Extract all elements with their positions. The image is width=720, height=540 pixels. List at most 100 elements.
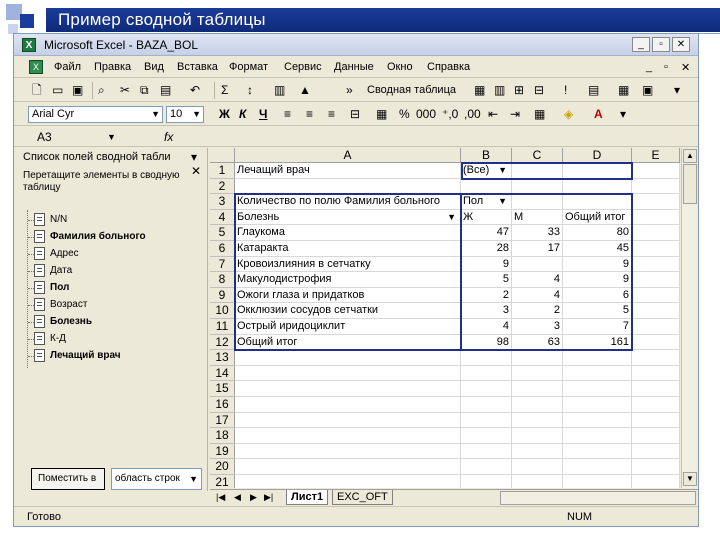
new-icon[interactable]: 🗋 bbox=[32, 83, 42, 97]
pivot-options-icon[interactable]: ▣ bbox=[642, 83, 653, 97]
column-field-button[interactable]: Пол ▼ bbox=[461, 194, 512, 210]
grid-cell[interactable] bbox=[563, 428, 632, 444]
grid-cell[interactable] bbox=[632, 459, 680, 475]
row-header[interactable]: 1 bbox=[210, 163, 235, 179]
copy-icon[interactable]: ⧉ bbox=[140, 83, 149, 97]
toolbar-options-icon[interactable]: » bbox=[346, 83, 353, 97]
field-item-date[interactable]: Дата bbox=[28, 263, 72, 280]
pivot-row-label[interactable]: Ожоги глаза и придатков bbox=[235, 287, 461, 304]
sheet-tab-exc-oft[interactable]: EXC_OFT bbox=[332, 490, 393, 505]
row-header[interactable]: 16 bbox=[210, 397, 235, 413]
pivot-show-detail-icon[interactable]: ⊞ bbox=[514, 83, 524, 97]
menu-window[interactable]: Окно bbox=[387, 61, 413, 73]
pivot-chart-icon[interactable]: ▥ bbox=[494, 83, 505, 97]
menu-view[interactable]: Вид bbox=[144, 61, 164, 73]
grid-cell[interactable] bbox=[563, 350, 632, 366]
column-item-male[interactable]: М bbox=[512, 209, 563, 226]
row-header[interactable]: 5 bbox=[210, 225, 235, 241]
increase-decimal-icon[interactable]: ⁺,0 bbox=[442, 107, 458, 121]
prev-sheet-arrow[interactable]: ◀ bbox=[234, 492, 241, 503]
chevron-down-icon[interactable]: ▼ bbox=[498, 194, 507, 209]
first-sheet-arrow[interactable]: |◀ bbox=[216, 492, 225, 503]
maximize-button[interactable]: ▫ bbox=[652, 37, 670, 52]
grid-cell[interactable] bbox=[563, 194, 632, 210]
pivot-value-female[interactable]: 5 bbox=[461, 272, 512, 288]
pivot-value-total[interactable]: 7 bbox=[563, 319, 632, 335]
merge-center-icon[interactable]: ⊟ bbox=[350, 107, 360, 121]
field-item-sex[interactable]: Пол bbox=[28, 280, 69, 297]
vertical-scrollbar[interactable]: ▲ ▼ bbox=[681, 148, 697, 488]
grid-cell[interactable] bbox=[563, 459, 632, 475]
grid-cell[interactable] bbox=[461, 381, 512, 397]
row-header[interactable]: 2 bbox=[210, 178, 235, 195]
row-header[interactable]: 11 bbox=[210, 319, 235, 335]
font-name-select[interactable]: Arial Cyr ▼ bbox=[28, 106, 163, 123]
field-settings-icon[interactable]: ▤ bbox=[588, 83, 599, 97]
sort-icon[interactable]: ↕ bbox=[247, 83, 253, 97]
font-color-icon[interactable]: A bbox=[594, 107, 603, 121]
field-item-kd[interactable]: К-Д bbox=[28, 331, 66, 348]
grid-cell[interactable] bbox=[461, 428, 512, 444]
align-right-icon[interactable]: ≡ bbox=[328, 107, 335, 121]
column-header-d[interactable]: D bbox=[563, 148, 632, 163]
grid-cell[interactable] bbox=[461, 178, 512, 195]
grid-cell[interactable] bbox=[461, 443, 512, 460]
data-field-header[interactable]: Количество по полю Фамилия больного bbox=[235, 194, 461, 210]
column-header-b[interactable]: B bbox=[461, 148, 512, 163]
grid-cell[interactable] bbox=[235, 412, 461, 429]
grid-cell[interactable] bbox=[632, 334, 680, 351]
row-field-button[interactable]: Болезнь ▼ bbox=[235, 209, 461, 226]
horizontal-scrollbar[interactable] bbox=[500, 491, 696, 505]
grid-cell[interactable] bbox=[512, 475, 563, 488]
menu-tools[interactable]: Сервис bbox=[284, 61, 322, 73]
autosum-icon[interactable]: Σ bbox=[221, 83, 228, 97]
page-field-label[interactable]: Лечащий врач bbox=[235, 163, 461, 179]
pivot-row-label[interactable]: Макулодистрофия bbox=[235, 272, 461, 288]
doc-restore-button[interactable]: ▫ bbox=[664, 61, 668, 73]
grid-cell[interactable] bbox=[512, 178, 563, 195]
row-header[interactable]: 12 bbox=[210, 334, 235, 351]
minimize-button[interactable]: _ bbox=[632, 37, 650, 52]
pivot-value-total[interactable]: 5 bbox=[563, 303, 632, 319]
grid-cell[interactable] bbox=[512, 412, 563, 429]
row-header[interactable]: 3 bbox=[210, 194, 235, 210]
field-item-nn[interactable]: N/N bbox=[28, 212, 67, 229]
grid-cell[interactable] bbox=[512, 459, 563, 475]
drawing-icon[interactable]: ▲ bbox=[299, 83, 311, 97]
column-header-c[interactable]: C bbox=[512, 148, 563, 163]
row-header[interactable]: 14 bbox=[210, 365, 235, 382]
save-icon[interactable]: ▣ bbox=[72, 83, 83, 97]
row-header[interactable]: 4 bbox=[210, 209, 235, 226]
close-button[interactable]: ✕ bbox=[672, 37, 690, 52]
pivot-value-total[interactable]: 80 bbox=[563, 225, 632, 241]
grid-cell[interactable] bbox=[632, 178, 680, 195]
grid-cell[interactable] bbox=[632, 475, 680, 488]
doc-close-button[interactable]: ✕ bbox=[681, 61, 690, 74]
menu-data[interactable]: Данные bbox=[334, 61, 374, 73]
percent-icon[interactable]: % bbox=[399, 107, 410, 121]
scroll-thumb[interactable] bbox=[683, 164, 697, 204]
menu-help[interactable]: Справка bbox=[427, 61, 470, 73]
pivot-row-label[interactable]: Кровоизлияния в сетчатку bbox=[235, 256, 461, 273]
pivot-hide-detail-icon[interactable]: ⊟ bbox=[534, 83, 544, 97]
decrease-indent-icon[interactable]: ⇤ bbox=[488, 107, 498, 121]
grid-cell[interactable] bbox=[632, 225, 680, 241]
field-item-disease[interactable]: Болезнь bbox=[28, 314, 92, 331]
pivot-value-total[interactable]: 45 bbox=[563, 241, 632, 257]
underline-button[interactable]: Ч bbox=[259, 107, 267, 121]
grid-cell[interactable] bbox=[632, 209, 680, 226]
grid-cell[interactable] bbox=[632, 428, 680, 444]
grid-cell[interactable] bbox=[563, 475, 632, 488]
grid-cell[interactable] bbox=[512, 381, 563, 397]
grid-cell[interactable] bbox=[235, 381, 461, 397]
next-sheet-arrow[interactable]: ▶ bbox=[250, 492, 257, 503]
grid-cell[interactable] bbox=[632, 163, 680, 179]
open-icon[interactable]: ▭ bbox=[52, 83, 63, 97]
grid-cell[interactable] bbox=[563, 397, 632, 413]
grid-cell[interactable] bbox=[632, 443, 680, 460]
row-header[interactable]: 13 bbox=[210, 350, 235, 366]
pivot-value-male[interactable]: 2 bbox=[512, 303, 563, 319]
pivot-row-label[interactable]: Острый иридоциклит bbox=[235, 319, 461, 335]
field-item-doctor[interactable]: Лечащий врач bbox=[28, 348, 121, 365]
grid-cell[interactable] bbox=[632, 365, 680, 382]
